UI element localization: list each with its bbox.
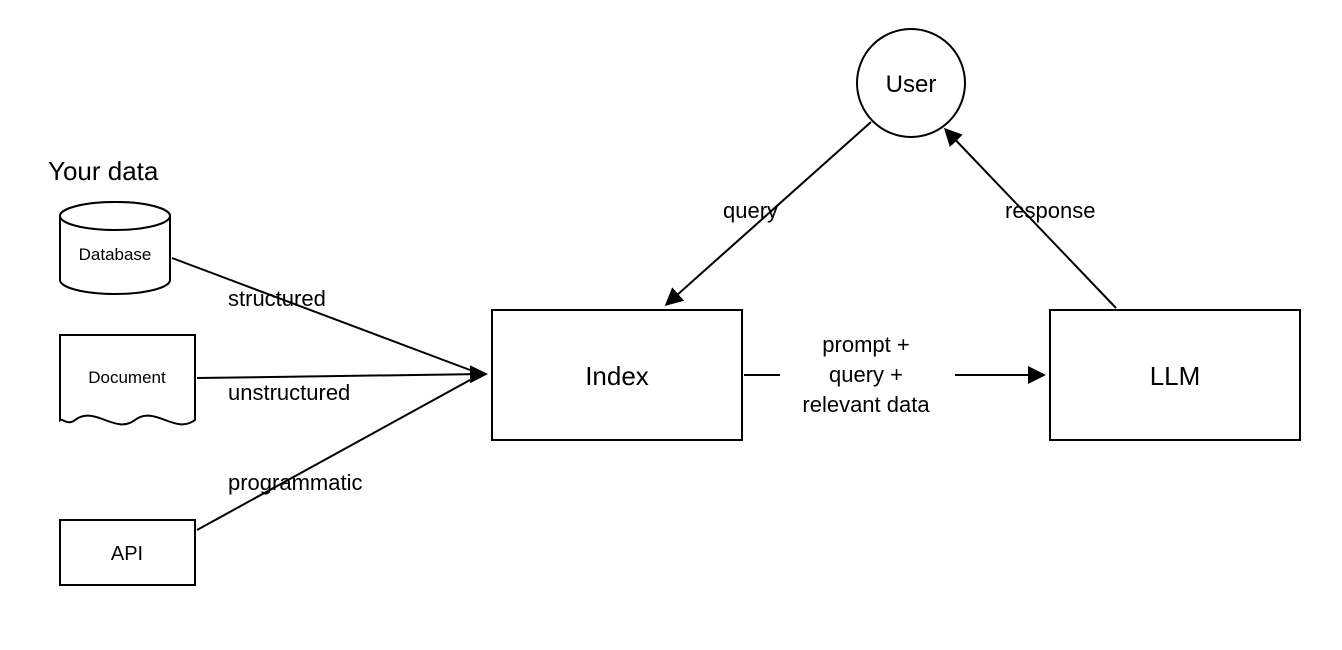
- edge-query: query: [667, 122, 871, 304]
- edge-structured-label: structured: [228, 286, 326, 311]
- document-label: Document: [88, 368, 166, 387]
- user-node: User: [857, 29, 965, 137]
- data-source-edges: structured unstructured programmatic: [172, 258, 485, 530]
- user-label: User: [886, 71, 937, 98]
- edge-programmatic-label: programmatic: [228, 470, 362, 495]
- llm-label: LLM: [1150, 361, 1201, 391]
- section-title: Your data: [48, 156, 159, 186]
- index-node: Index: [492, 310, 742, 440]
- edge-response-label: response: [1005, 198, 1096, 223]
- index-label: Index: [585, 361, 649, 391]
- database-label: Database: [79, 245, 152, 264]
- edge-unstructured-label: unstructured: [228, 380, 350, 405]
- database-node: Database: [60, 202, 170, 294]
- edge-prompt-label-1: prompt +: [822, 332, 909, 357]
- edge-prompt-label-2: query +: [829, 362, 903, 387]
- edge-query-label: query: [723, 198, 778, 223]
- api-node: API: [60, 520, 195, 585]
- edge-prompt-label-3: relevant data: [802, 392, 930, 417]
- document-node: Document: [60, 335, 195, 424]
- llm-node: LLM: [1050, 310, 1300, 440]
- edge-prompt: prompt + query + relevant data: [744, 332, 1043, 417]
- api-label: API: [111, 543, 143, 565]
- diagram-canvas: Your data Database Document API Index LL…: [0, 0, 1342, 650]
- edge-response: response: [946, 130, 1116, 308]
